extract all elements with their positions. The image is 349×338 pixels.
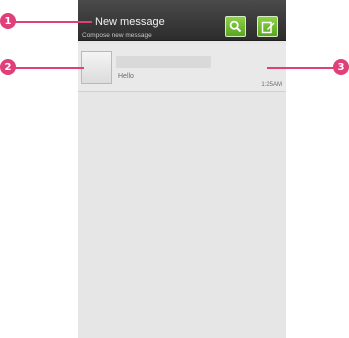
screen-subtitle: Compose new message — [82, 32, 152, 39]
contact-avatar[interactable] — [81, 51, 112, 84]
message-thread-row[interactable]: Hello 1:25AM — [78, 44, 286, 92]
screen: New message Compose new message Hello 1:… — [78, 0, 286, 338]
search-button[interactable] — [225, 16, 246, 37]
callout-1-badge: 1 — [0, 13, 16, 29]
callout-2-line — [14, 67, 84, 69]
callout-3-line — [267, 67, 335, 69]
callout-3-badge: 3 — [333, 59, 349, 75]
search-icon — [229, 20, 242, 33]
callout-1-line — [14, 21, 92, 23]
callout-2-badge: 2 — [0, 59, 16, 75]
screen-title: New message — [95, 16, 165, 28]
compose-icon — [261, 21, 274, 33]
message-snippet: Hello — [118, 73, 134, 80]
title-bar: New message Compose new message — [78, 0, 286, 41]
compose-button[interactable] — [257, 16, 278, 37]
message-time: 1:25AM — [261, 82, 282, 88]
contact-name-redacted — [116, 56, 211, 68]
